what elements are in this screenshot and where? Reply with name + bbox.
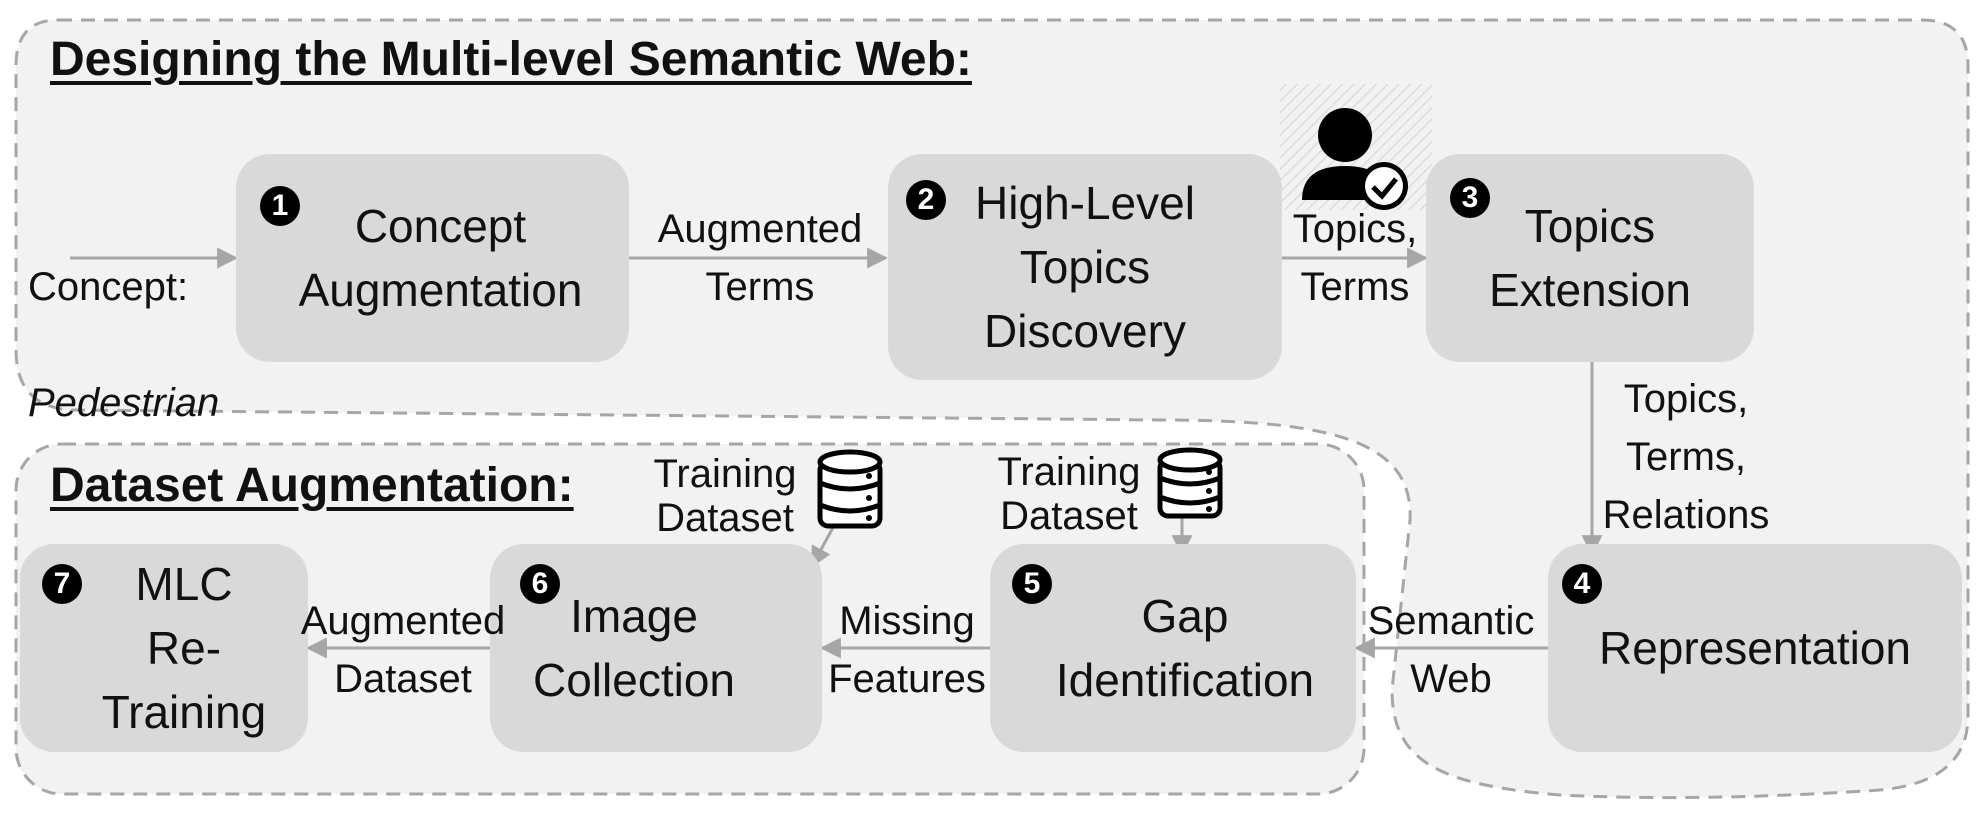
step-2-label: High-Level Topics Discovery xyxy=(975,177,1195,357)
concept-label: Concept: xyxy=(28,265,189,309)
edge-label-1-2: Augmented Terms xyxy=(657,207,863,309)
database-icon-step-5 xyxy=(1157,447,1223,519)
step-4-box: 4 Representation xyxy=(1548,544,1962,752)
input-concept-label: Concept: Pedestrian xyxy=(28,200,219,432)
step-4-label: Representation xyxy=(1599,622,1911,674)
edge-label-6-7: Augmented Dataset xyxy=(300,599,506,701)
step-1-box: 1 Concept Augmentation xyxy=(236,154,629,362)
database-icon-step-6 xyxy=(817,449,883,529)
diagram: Designing the Multi-level Semantic Web: … xyxy=(0,0,1982,816)
step-6-label: Image Collection xyxy=(533,590,735,706)
step-1-label: Concept Augmentation xyxy=(298,200,583,316)
concept-value: Pedestrian xyxy=(28,381,220,425)
step-2-box: 2 High-Level Topics Discovery xyxy=(888,154,1282,380)
step-3-box: 3 Topics Extension xyxy=(1426,154,1754,362)
step-7-label: MLC Re- Training xyxy=(101,558,267,738)
edge-label-4-5: Semantic Web xyxy=(1367,599,1535,701)
step-5-label: Gap Identification xyxy=(1055,590,1315,706)
title-semantic-web: Designing the Multi-level Semantic Web: xyxy=(50,33,972,86)
step-5-box: 5 Gap Identification xyxy=(990,544,1356,752)
edge-label-5-6: Missing Features xyxy=(828,599,986,701)
step-6-box: 6 Image Collection xyxy=(490,544,822,752)
step-7-box: 7 MLC Re- Training xyxy=(20,544,308,752)
step-3-label: Topics Extension xyxy=(1488,200,1691,316)
edge-label-3-4: Topics, Terms, Relations xyxy=(1602,377,1770,537)
title-dataset-augmentation: Dataset Augmentation: xyxy=(50,459,574,512)
dataset-label-step-6: Training Dataset xyxy=(653,452,797,540)
dataset-label-step-5: Training Dataset xyxy=(997,450,1141,538)
edge-label-2-3: Topics, Terms xyxy=(1292,207,1418,309)
